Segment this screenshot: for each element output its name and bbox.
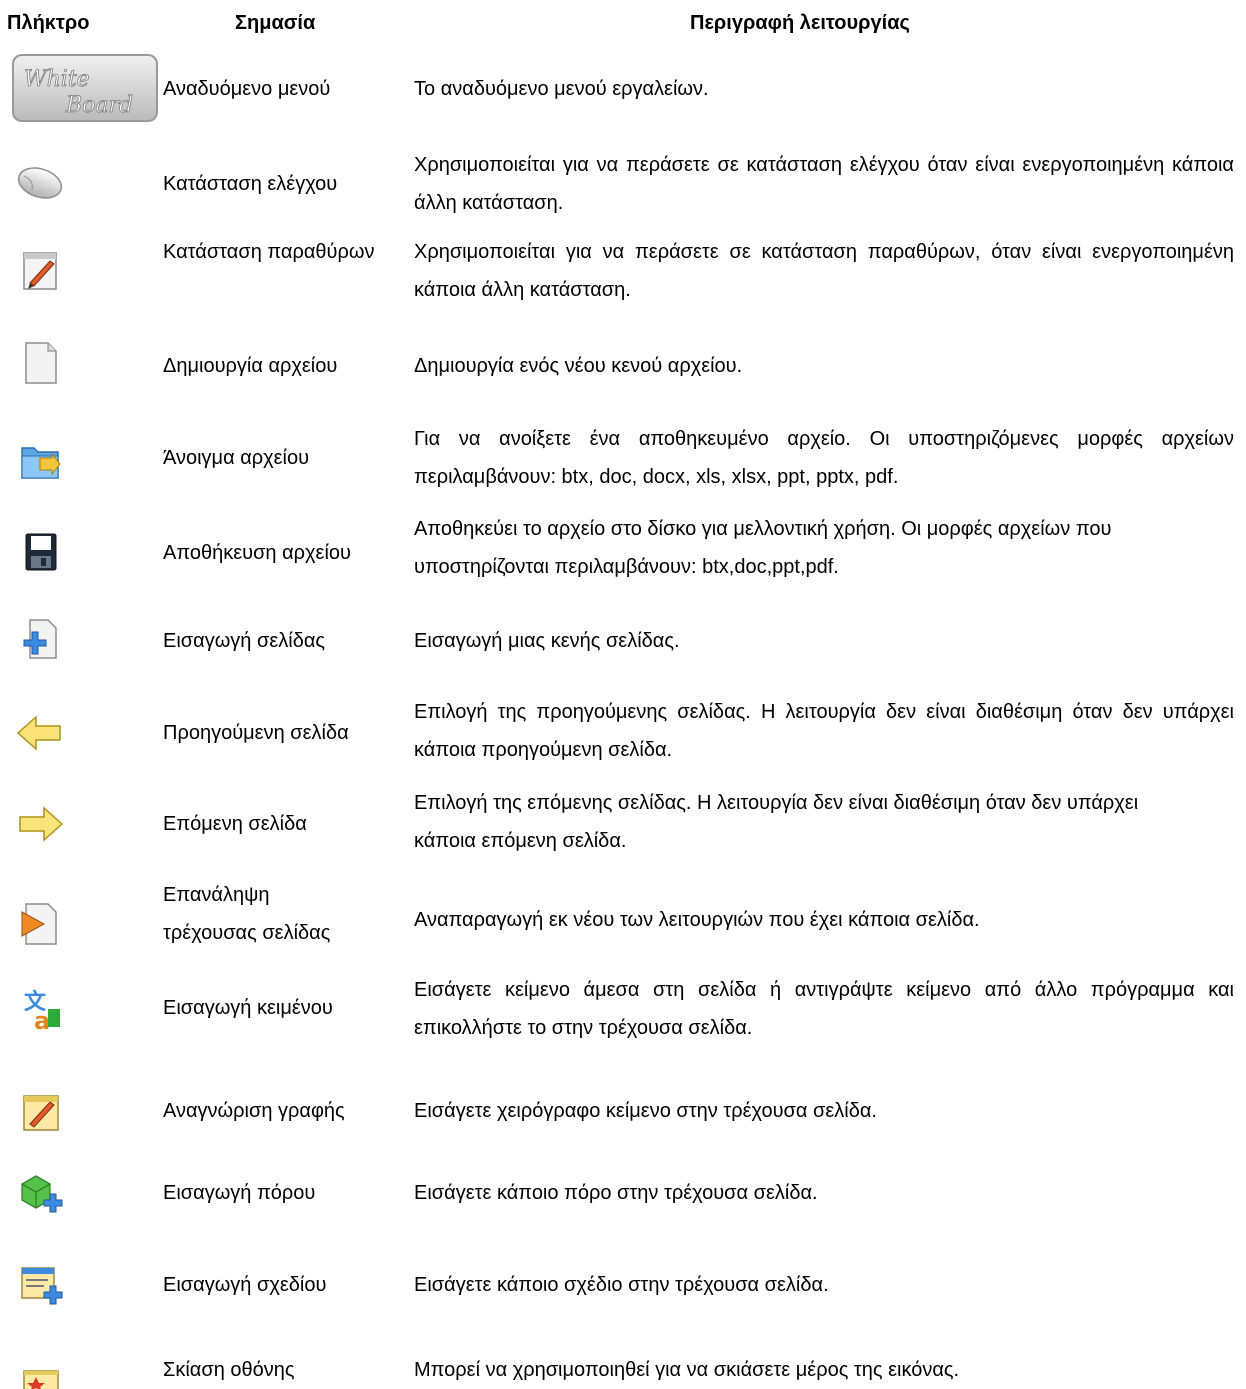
whiteboard-logo-button[interactable]: White Board — [12, 54, 158, 122]
save-floppy-icon[interactable] — [14, 530, 66, 574]
row-description: Επιλογή της προηγούμενης σελίδας. Η λειτ… — [414, 701, 1234, 761]
row-meaning: Κατάσταση παραθύρων — [163, 241, 375, 263]
row-description: Εισάγετε χειρόγραφο κείμενο στην τρέχουσ… — [414, 1100, 877, 1122]
window-pen-icon[interactable] — [14, 249, 66, 293]
row-description: Αναπαραγωγή εκ νέου των λειτουργιών που … — [414, 909, 980, 931]
insert-design-icon[interactable] — [14, 1264, 66, 1308]
svg-text:White: White — [24, 67, 90, 92]
row-description: Για να ανοίξετε ένα αποθηκευμένο αρχείο.… — [414, 428, 1234, 488]
row-meaning: Δημιουργία αρχείου — [163, 355, 338, 377]
row-description: Εισάγετε κάποιο πόρο στην τρέχουσα σελίδ… — [414, 1182, 818, 1204]
row-meaning: Αναδυόμενο μενού — [163, 78, 331, 100]
next-arrow-icon[interactable] — [14, 802, 66, 846]
replay-page-icon[interactable] — [14, 902, 66, 946]
handwriting-icon[interactable] — [14, 1090, 66, 1134]
row-meaning: Εισαγωγή πόρου — [163, 1182, 316, 1204]
insert-resource-icon[interactable] — [14, 1172, 66, 1216]
column-header-meaning: Σημασία — [235, 12, 316, 34]
column-header-key: Πλήκτρο — [7, 12, 90, 34]
new-file-icon[interactable] — [14, 341, 66, 385]
row-description: Εισαγωγή μιας κενής σελίδας. — [414, 630, 680, 652]
insert-text-icon[interactable]: 文 a — [14, 987, 66, 1031]
row-meaning: Κατάσταση ελέγχου — [163, 173, 338, 195]
row-description: Εισάγετε κείμενο άμεσα στη σελίδα ή αντι… — [414, 979, 1234, 1039]
svg-text:Board: Board — [65, 93, 133, 118]
row-description: Χρησιμοποιείται για να περάσετε σε κατάσ… — [414, 154, 1234, 214]
row-meaning: Άνοιγμα αρχείου — [163, 447, 310, 469]
column-header-description: Περιγραφή λειτουργίας — [690, 12, 910, 34]
row-description: Μπορεί να χρησιμοποιηθεί για να σκιάσετε… — [414, 1359, 960, 1381]
row-meaning: Επόμενη σελίδα — [163, 813, 307, 835]
svg-text:a: a — [34, 1007, 50, 1031]
row-description: Εισάγετε κάποιο σχέδιο στην τρέχουσα σελ… — [414, 1274, 829, 1296]
screen-shade-icon[interactable] — [14, 1369, 66, 1389]
row-description: Επιλογή της επόμενης σελίδας. Η λειτουργ… — [414, 792, 1139, 852]
row-description: Το αναδυόμενο μενού εργαλείων. — [414, 78, 709, 100]
row-meaning: Προηγούμενη σελίδα — [163, 722, 349, 744]
row-description: Χρησιμοποιείται για να περάσετε σε κατάσ… — [414, 241, 1234, 301]
row-meaning: Επανάληψη τρέχουσας σελίδας — [163, 884, 331, 944]
previous-arrow-icon[interactable] — [14, 711, 66, 755]
row-description: Δημιουργία ενός νέου κενού αρχείου. — [414, 355, 743, 377]
row-meaning: Εισαγωγή σχεδίου — [163, 1274, 327, 1296]
row-meaning: Αναγνώριση γραφής — [163, 1100, 345, 1122]
row-meaning: Εισαγωγή σελίδας — [163, 630, 326, 652]
row-description: Αποθηκεύει το αρχείο στο δίσκο για μελλο… — [414, 518, 1112, 578]
row-meaning: Σκίαση οθόνης — [163, 1359, 295, 1381]
row-meaning: Εισαγωγή κειμένου — [163, 997, 333, 1019]
open-folder-icon[interactable] — [14, 438, 66, 482]
mouse-icon[interactable] — [14, 160, 66, 204]
insert-page-icon[interactable] — [14, 616, 66, 660]
row-meaning: Αποθήκευση αρχείου — [163, 542, 351, 564]
